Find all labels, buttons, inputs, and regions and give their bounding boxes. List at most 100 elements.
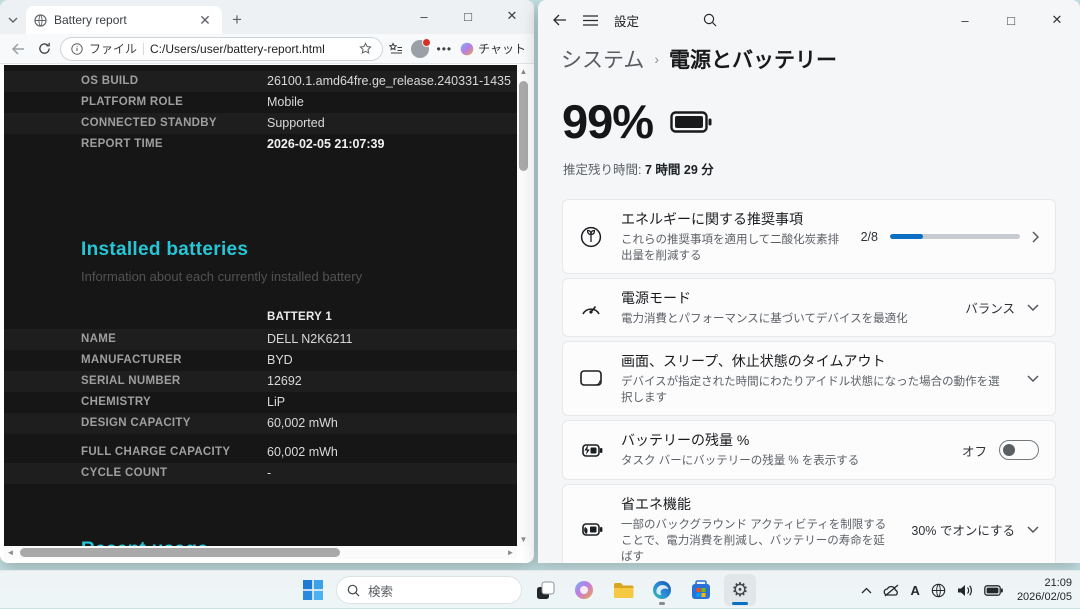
battery-leaf-icon — [579, 522, 603, 537]
report-value: 26100.1.amd64fre.ge_release.240331-1435 — [267, 74, 511, 89]
browser-minimize-button[interactable]: – — [402, 0, 446, 32]
scroll-right-icon[interactable]: ► — [504, 546, 517, 559]
settings-close-button[interactable]: ✕ — [1034, 0, 1080, 40]
file-explorer-icon — [613, 582, 634, 599]
report-label: CONNECTED STANDBY — [81, 116, 267, 131]
estimate-value: 7 時間 29 分 — [645, 163, 714, 177]
card-subtitle: これらの推奨事項を適用して二酸化炭素排出量を削減する — [621, 232, 843, 264]
energy-saver-threshold-value: 30% でオンにする — [911, 520, 1015, 539]
battery-estimate: 推定残り時間: 7 時間 29 分 — [538, 159, 1080, 178]
profile-avatar[interactable] — [411, 40, 429, 58]
browser-close-button[interactable]: ✕ — [490, 0, 534, 32]
copilot-chat-button[interactable]: チャット — [460, 40, 526, 57]
card-title: バッテリーの残量 % — [621, 430, 859, 450]
task-view-button[interactable] — [529, 574, 561, 606]
taskbar-search-box[interactable]: 検索 — [336, 576, 522, 604]
network-globe-icon[interactable] — [931, 583, 946, 598]
edge-icon — [652, 580, 672, 600]
favorite-star-icon[interactable] — [359, 42, 372, 55]
browser-tab[interactable]: Battery report ✕ — [26, 6, 222, 34]
file-explorer-button[interactable] — [607, 574, 639, 606]
edge-button[interactable] — [646, 574, 678, 606]
recommendations-progress-bar — [890, 234, 1020, 239]
new-tab-button[interactable]: + — [228, 11, 246, 29]
more-menu-icon[interactable]: ••• — [437, 42, 453, 56]
card-subtitle: デバイスが指定された時間にわたりアイドル状態になった場合の動作を選択します — [621, 374, 1009, 406]
windows-logo-icon — [303, 580, 323, 600]
file-scheme-label: ファイル — [89, 40, 137, 57]
tray-battery-icon[interactable] — [984, 585, 1003, 596]
report-label: NAME — [81, 332, 267, 347]
scroll-down-icon[interactable]: ▼ — [517, 533, 530, 546]
tray-chevron-up-icon[interactable] — [861, 587, 872, 594]
settings-back-icon[interactable] — [552, 14, 567, 26]
breadcrumb-separator: › — [654, 51, 659, 67]
battery-bolt-icon — [579, 443, 603, 458]
volume-icon[interactable] — [957, 584, 973, 597]
toggle-knob — [1003, 444, 1015, 456]
estimate-label: 推定残り時間: — [563, 163, 641, 177]
horizontal-scrollbar[interactable]: ◄ ► — [4, 546, 517, 559]
report-label: OS BUILD — [81, 74, 267, 89]
battery-report-page: OS BUILD26100.1.amd64fre.ge_release.2403… — [4, 65, 517, 546]
search-label: 検索 — [368, 581, 393, 600]
taskbar-clock[interactable]: 21:09 2026/02/05 — [1017, 576, 1072, 605]
copilot-button[interactable] — [568, 574, 600, 606]
report-value: - — [267, 466, 271, 481]
report-label: CYCLE COUNT — [81, 466, 267, 481]
card-battery-percentage[interactable]: バッテリーの残量 % タスク バーにバッテリーの残量 % を表示する オフ — [562, 420, 1056, 479]
report-value: BYD — [267, 353, 293, 368]
microsoft-store-button[interactable] — [685, 574, 717, 606]
card-power-mode[interactable]: 電源モード 電力消費とパフォーマンスに基づいてデバイスを最適化 バランス — [562, 278, 1056, 337]
report-value: 60,002 mWh — [267, 445, 338, 460]
settings-maximize-button[interactable]: □ — [988, 0, 1034, 40]
card-energy-saver[interactable]: 省エネ機能 一部のバックグラウンド アクティビティを制限することで、電力消費を削… — [562, 484, 1056, 563]
browser-toolbar: ファイル C:/Users/user/battery-report.html •… — [0, 34, 534, 64]
settings-search-icon[interactable] — [703, 13, 717, 27]
microsoft-store-icon — [691, 580, 711, 600]
refresh-icon[interactable] — [34, 39, 54, 59]
browser-tab-strip: Battery report ✕ + – □ ✕ — [0, 0, 534, 34]
settings-minimize-button[interactable]: – — [942, 0, 988, 40]
vertical-scroll-thumb[interactable] — [519, 81, 528, 171]
address-bar[interactable]: ファイル C:/Users/user/battery-report.html — [60, 37, 383, 61]
start-button[interactable] — [297, 574, 329, 606]
tab-close-icon[interactable]: ✕ — [196, 11, 214, 29]
section-title-installed-batteries: Installed batteries — [81, 239, 517, 261]
browser-maximize-button[interactable]: □ — [446, 0, 490, 32]
settings-taskbar-button[interactable]: ⚙ — [724, 574, 756, 606]
card-subtitle: 電力消費とパフォーマンスに基づいてデバイスを最適化 — [621, 311, 908, 327]
report-label: DESIGN CAPACITY — [81, 416, 267, 431]
breadcrumb-system-link[interactable]: システム — [561, 44, 644, 74]
collections-icon[interactable] — [389, 42, 403, 56]
vertical-scrollbar[interactable]: ▲ ▼ — [517, 65, 530, 546]
progress-fill — [890, 234, 923, 239]
copilot-icon — [460, 42, 474, 56]
card-energy-recommendations[interactable]: エネルギーに関する推奨事項 これらの推奨事項を適用して二酸化炭素排出量を削減する… — [562, 199, 1056, 274]
ime-mode-indicator[interactable]: A — [911, 583, 920, 598]
recommendations-progress-label: 2/8 — [861, 230, 878, 244]
breadcrumb: システム › 電源とバッテリー — [538, 44, 1080, 74]
card-title: エネルギーに関する推奨事項 — [621, 209, 843, 229]
onedrive-paused-icon[interactable] — [883, 584, 900, 597]
report-label: PLATFORM ROLE — [81, 95, 267, 110]
horizontal-scroll-thumb[interactable] — [20, 548, 340, 557]
globe-favicon-icon — [34, 14, 47, 27]
leaf-circle-icon — [579, 226, 603, 248]
task-view-icon — [536, 581, 555, 600]
tab-search-chevron-icon[interactable] — [0, 6, 26, 34]
report-time-value: 2026-02-05 21:07:39 — [267, 137, 384, 152]
scroll-up-icon[interactable]: ▲ — [517, 65, 530, 78]
report-value: DELL N2K6211 — [267, 332, 352, 347]
chevron-down-icon — [1027, 526, 1039, 533]
card-screen-sleep-timeouts[interactable]: 画面、スリープ、休止状態のタイムアウト デバイスが指定された時間にわたりアイドル… — [562, 341, 1056, 416]
scroll-left-icon[interactable]: ◄ — [4, 546, 17, 559]
back-icon[interactable] — [8, 39, 28, 59]
report-value: Supported — [267, 116, 325, 131]
hamburger-menu-icon[interactable] — [583, 15, 598, 26]
tab-title: Battery report — [54, 13, 189, 27]
address-url[interactable]: C:/Users/user/battery-report.html — [150, 42, 352, 56]
page-info-icon[interactable] — [71, 43, 83, 55]
chevron-down-icon — [1027, 375, 1039, 382]
battery-percent-toggle[interactable] — [999, 440, 1039, 460]
